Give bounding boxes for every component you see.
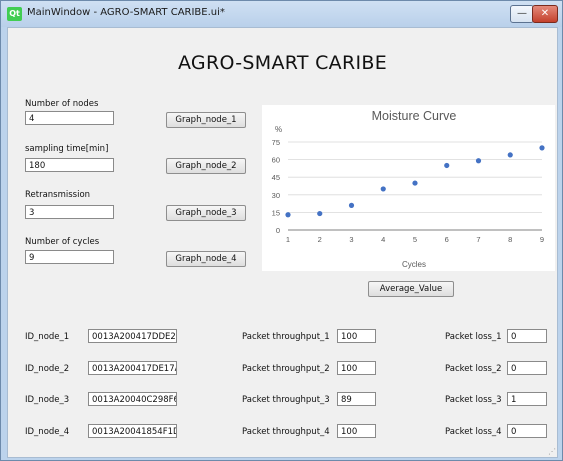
- cycles-label: Number of cycles: [25, 237, 100, 247]
- packet-throughput-label: Packet throughput_4: [242, 427, 330, 437]
- packet-throughput-label: Packet throughput_3: [242, 395, 330, 405]
- x-tick-label: 6: [445, 235, 449, 244]
- data-point: [412, 180, 418, 186]
- packet-loss-label: Packet loss_1: [445, 332, 502, 342]
- packet-throughput-field[interactable]: 100: [337, 424, 376, 438]
- packet-loss-label: Packet loss_2: [445, 364, 502, 374]
- x-tick-label: 9: [540, 235, 544, 244]
- cycles-field[interactable]: 9: [25, 250, 114, 264]
- sampling-label: sampling time[min]: [25, 144, 109, 154]
- retransmission-field[interactable]: 3: [25, 205, 114, 219]
- y-tick-label: 60: [272, 156, 280, 165]
- moisture-chart: Moisture Curve % Cycles 0 15 30 45 60 75 1 2 3 4 5…: [262, 105, 555, 271]
- chart-x-axis-label: Cycles: [402, 260, 426, 269]
- node-id-field[interactable]: 0013A200417DE17A: [88, 361, 177, 375]
- minimize-button[interactable]: —: [510, 5, 534, 23]
- data-point: [380, 186, 386, 192]
- y-tick-label: 30: [272, 191, 280, 200]
- packet-throughput-field[interactable]: 100: [337, 329, 376, 343]
- x-tick-label: 8: [508, 235, 512, 244]
- node-id-field[interactable]: 0013A20040C298F6: [88, 392, 177, 406]
- x-tick-label: 7: [476, 235, 480, 244]
- window-title: MainWindow - AGRO-SMART CARIBE.ui*: [27, 7, 225, 18]
- moisture-chart-svg: Moisture Curve % Cycles 015304560751 2 3 4 5…: [272, 109, 545, 269]
- title-bar[interactable]: Qt MainWindow - AGRO-SMART CARIBE.ui* — …: [1, 1, 562, 27]
- x-tick-label: 5: [413, 235, 417, 244]
- node-id-label: ID_node_3: [25, 395, 70, 405]
- packet-loss-label: Packet loss_4: [445, 427, 502, 437]
- packet-loss-label: Packet loss_3: [445, 395, 502, 405]
- packet-throughput-field[interactable]: 89: [337, 392, 376, 406]
- packet-throughput-label: Packet throughput_2: [242, 364, 330, 374]
- y-tick-label: 0: [276, 226, 280, 235]
- packet-loss-field[interactable]: 0: [507, 329, 547, 343]
- data-point: [507, 152, 513, 158]
- packet-throughput-label: Packet throughput_1: [242, 332, 330, 342]
- nodes-label: Number of nodes: [25, 99, 99, 109]
- y-tick-label: 45: [272, 173, 280, 182]
- node-id-label: ID_node_4: [25, 427, 70, 437]
- node-id-label: ID_node_1: [25, 332, 70, 342]
- resize-grip-icon[interactable]: ⋰: [548, 447, 556, 456]
- node-id-field[interactable]: 0013A20041854F1D: [88, 424, 177, 438]
- data-point: [539, 145, 545, 151]
- data-point: [317, 210, 323, 217]
- average-value-button[interactable]: Average_Value: [368, 281, 454, 297]
- y-tick-label: 75: [272, 138, 280, 147]
- graph-node-4-button[interactable]: Graph_node_4: [166, 251, 246, 267]
- x-tick-label: 1: [286, 235, 290, 244]
- sampling-field[interactable]: 180: [25, 158, 114, 172]
- app-title: AGRO-SMART CARIBE: [177, 52, 388, 74]
- packet-throughput-field[interactable]: 100: [337, 361, 376, 375]
- graph-node-2-button[interactable]: Graph_node_2: [166, 158, 246, 174]
- data-point: [285, 212, 291, 218]
- x-tick-label: 4: [381, 235, 385, 244]
- chart-title: Moisture Curve: [372, 109, 457, 123]
- close-button[interactable]: ✕: [532, 5, 558, 23]
- main-window: Qt MainWindow - AGRO-SMART CARIBE.ui* — …: [0, 0, 563, 461]
- retransmission-label: Retransmission: [25, 190, 91, 200]
- x-tick-label: 2: [318, 235, 322, 244]
- graph-node-3-button[interactable]: Graph_node_3: [166, 205, 246, 221]
- chart-y-axis-label: %: [275, 125, 282, 134]
- nodes-field[interactable]: 4: [25, 111, 114, 125]
- qt-logo-icon: Qt: [7, 7, 22, 21]
- node-id-field[interactable]: 0013A200417DDE2E: [88, 329, 177, 343]
- data-point: [444, 162, 450, 169]
- graph-node-1-button[interactable]: Graph_node_1: [166, 112, 246, 128]
- data-point: [348, 202, 355, 208]
- node-id-label: ID_node_2: [25, 364, 70, 374]
- packet-loss-field[interactable]: 0: [507, 424, 547, 438]
- packet-loss-field[interactable]: 1: [507, 392, 547, 406]
- central-widget: AGRO-SMART CARIBE Number of nodes 4 samp…: [7, 27, 558, 458]
- packet-loss-field[interactable]: 0: [507, 361, 547, 375]
- x-tick-label: 3: [349, 235, 353, 244]
- data-point: [475, 158, 482, 164]
- y-tick-label: 15: [272, 208, 280, 217]
